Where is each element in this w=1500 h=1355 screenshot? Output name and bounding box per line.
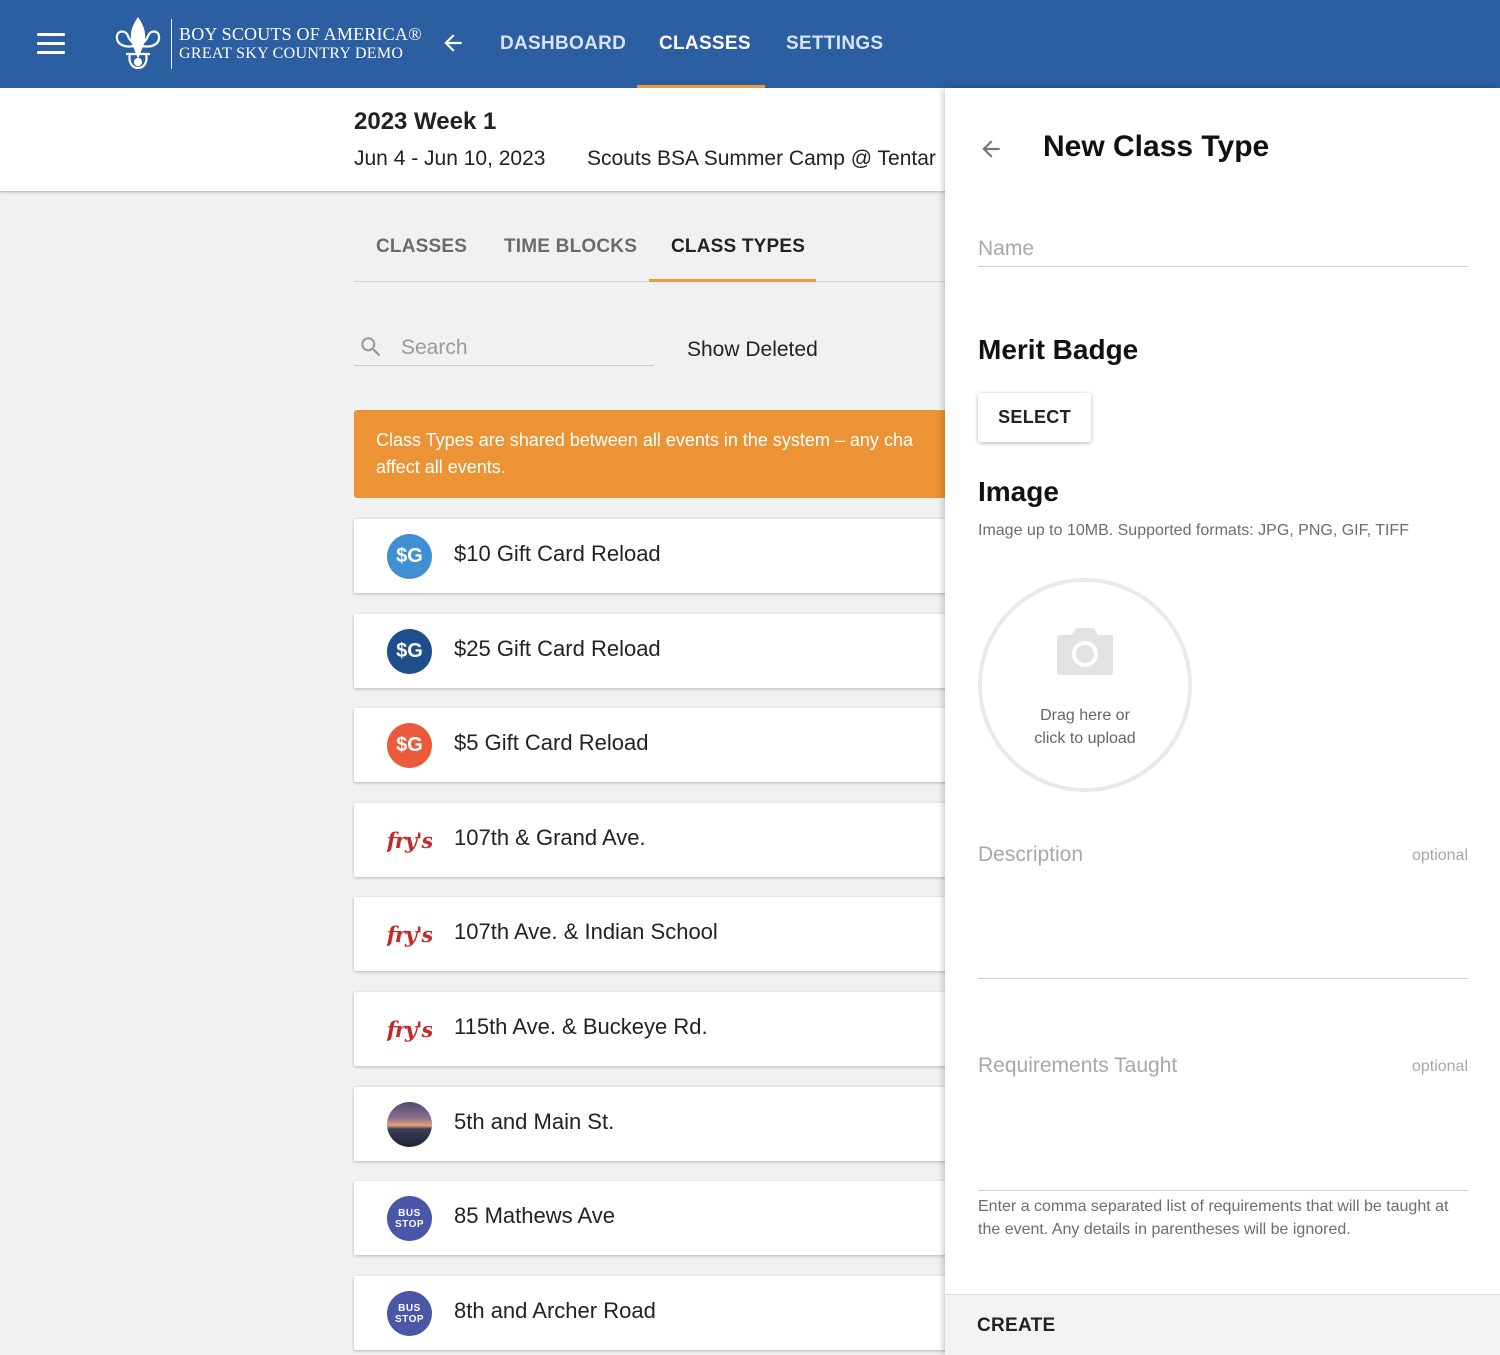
list-item[interactable]: $G $25 Gift Card Reload xyxy=(354,614,954,688)
class-type-label: $25 Gift Card Reload xyxy=(454,636,661,661)
logo-text: BOY SCOUTS OF AMERICA® GREAT SKY COUNTRY… xyxy=(179,24,422,64)
description-optional-label: optional xyxy=(1411,847,1468,864)
merit-badge-title: Merit Badge xyxy=(978,334,1139,365)
event-dates: Jun 4 - Jun 10, 2023 xyxy=(354,147,546,170)
list-item[interactable]: fry's 107th & Grand Ave. xyxy=(354,803,954,877)
upload-line2: click to upload xyxy=(1034,730,1136,747)
nav-classes[interactable]: CLASSES xyxy=(659,0,751,88)
back-arrow-icon[interactable] xyxy=(978,136,1004,162)
description-input[interactable] xyxy=(978,843,1378,973)
class-type-label: 85 Mathews Ave xyxy=(454,1203,616,1228)
name-input[interactable] xyxy=(978,234,1378,264)
back-arrow-icon[interactable] xyxy=(440,30,466,56)
menu-icon[interactable] xyxy=(37,33,65,55)
list-item[interactable]: BUS STOP 8th and Archer Road xyxy=(354,1276,954,1350)
image-upload-dropzone[interactable]: Drag here or click to upload xyxy=(978,578,1192,792)
camera-icon xyxy=(1057,628,1113,675)
bus-stop-icon: BUS STOP xyxy=(387,1291,432,1336)
class-type-label: $10 Gift Card Reload xyxy=(454,541,661,566)
nav-settings[interactable]: SETTINGS xyxy=(786,0,883,88)
class-type-label: 107th & Grand Ave. xyxy=(454,825,646,850)
logo-line1: BOY SCOUTS OF AMERICA® xyxy=(179,24,422,44)
class-type-label: 8th and Archer Road xyxy=(454,1298,656,1323)
panel-title: New Class Type xyxy=(1043,130,1270,163)
panel-footer: CREATE xyxy=(945,1294,1500,1355)
frys-logo-icon: fry's xyxy=(387,1017,432,1042)
event-location: Scouts BSA Summer Camp @ Tentar xyxy=(587,147,936,170)
event-title: 2023 Week 1 xyxy=(354,108,497,135)
select-merit-badge-button[interactable]: SELECT xyxy=(978,393,1091,442)
sg-icon: $G xyxy=(387,629,432,674)
class-type-label: 107th Ave. & Indian School xyxy=(454,919,718,944)
class-type-label: 115th Ave. & Buckeye Rd. xyxy=(454,1014,708,1039)
list-item[interactable]: 5th and Main St. xyxy=(354,1087,954,1161)
frys-logo-icon: fry's xyxy=(387,922,432,947)
nav-dashboard[interactable]: DASHBOARD xyxy=(500,0,626,88)
bus-stop-icon: BUS STOP xyxy=(387,1196,432,1241)
fleur-de-lis-icon xyxy=(115,17,161,70)
new-class-type-panel: New Class Type Merit Badge SELECT Image … xyxy=(945,88,1500,1355)
tab-active-indicator xyxy=(649,279,816,282)
list-item[interactable]: BUS STOP 85 Mathews Ave xyxy=(354,1181,954,1255)
upload-text: Drag here or click to upload xyxy=(982,704,1188,750)
requirements-help-text: Enter a comma separated list of requirem… xyxy=(978,1198,1449,1238)
image-title: Image xyxy=(978,476,1059,507)
shared-class-types-banner: Class Types are shared between all event… xyxy=(354,410,954,498)
banner-line2: affect all events. xyxy=(376,457,506,477)
sub-tabs: CLASSES TIME BLOCKS CLASS TYPES xyxy=(354,222,954,282)
class-type-label: $5 Gift Card Reload xyxy=(454,730,649,755)
logo-divider xyxy=(171,19,172,69)
banner-line1: Class Types are shared between all event… xyxy=(376,430,913,450)
class-type-label: 5th and Main St. xyxy=(454,1109,615,1134)
create-button[interactable]: CREATE xyxy=(977,1315,1056,1337)
sg-icon: $G xyxy=(387,534,432,579)
requirements-field: optional xyxy=(978,1054,1468,1191)
tab-classes[interactable]: CLASSES xyxy=(376,236,467,258)
show-deleted-toggle[interactable]: Show Deleted xyxy=(687,338,818,362)
search-icon xyxy=(361,337,381,357)
list-item[interactable]: fry's 115th Ave. & Buckeye Rd. xyxy=(354,992,954,1066)
search-input[interactable] xyxy=(401,334,641,362)
list-item[interactable]: $G $5 Gift Card Reload xyxy=(354,708,954,782)
bsa-logo[interactable]: BOY SCOUTS OF AMERICA® GREAT SKY COUNTRY… xyxy=(112,16,422,72)
sg-icon: $G xyxy=(387,723,432,768)
list-item[interactable]: $G $10 Gift Card Reload xyxy=(354,519,954,593)
logo-line2: GREAT SKY COUNTRY DEMO xyxy=(179,45,404,62)
image-hint: Image up to 10MB. Supported formats: JPG… xyxy=(978,522,1409,539)
upload-line1: Drag here or xyxy=(1040,707,1130,724)
frys-logo-icon: fry's xyxy=(387,828,432,853)
requirements-input[interactable] xyxy=(978,1054,1378,1184)
tab-class-types[interactable]: CLASS TYPES xyxy=(671,236,805,258)
tab-time-blocks[interactable]: TIME BLOCKS xyxy=(504,236,637,258)
requirements-optional-label: optional xyxy=(1411,1058,1468,1075)
sunset-photo-icon xyxy=(387,1102,432,1147)
list-item[interactable]: fry's 107th Ave. & Indian School xyxy=(354,897,954,971)
search-field xyxy=(354,330,654,366)
description-field: optional xyxy=(978,843,1468,979)
name-field xyxy=(978,234,1468,267)
top-app-bar: BOY SCOUTS OF AMERICA® GREAT SKY COUNTRY… xyxy=(0,0,1500,88)
